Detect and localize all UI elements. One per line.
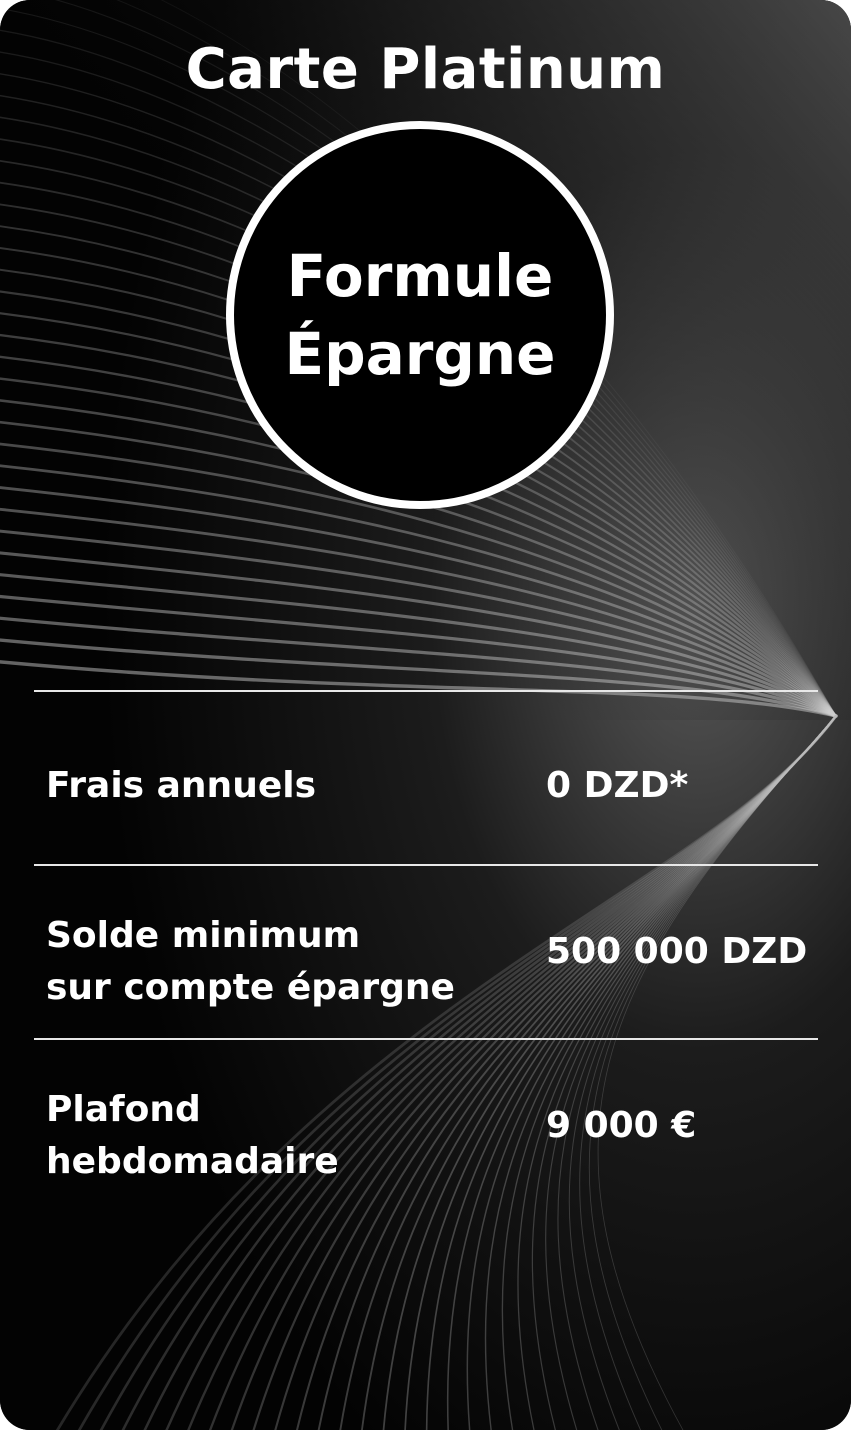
formula-badge: Formule Épargne bbox=[226, 121, 614, 509]
weekly-limit-value: 9 000 € bbox=[546, 1105, 697, 1146]
divider-1 bbox=[34, 690, 818, 692]
minimum-balance-label: Solde minimum sur compte épargne bbox=[46, 910, 455, 1014]
platinum-card: Carte Platinum Formule Épargne Frais ann… bbox=[0, 0, 851, 1430]
annual-fees-label-line-1: Frais annuels bbox=[46, 765, 316, 806]
minimum-balance-label-line-2: sur compte épargne bbox=[46, 967, 455, 1008]
divider-3 bbox=[34, 1038, 818, 1040]
minimum-balance-value: 500 000 DZD bbox=[546, 931, 808, 972]
card-title: Carte Platinum bbox=[185, 37, 666, 102]
weekly-limit-label-line-1: Plafond bbox=[46, 1089, 201, 1130]
annual-fees-value: 0 DZD* bbox=[546, 765, 689, 806]
weekly-limit-label-line-2: hebdomadaire bbox=[46, 1141, 339, 1182]
divider-2 bbox=[34, 864, 818, 866]
annual-fees-label: Frais annuels bbox=[46, 760, 316, 812]
badge-line-1: Formule bbox=[286, 242, 554, 310]
minimum-balance-label-line-1: Solde minimum bbox=[46, 915, 361, 956]
weekly-limit-label: Plafond hebdomadaire bbox=[46, 1084, 339, 1188]
badge-line-2: Épargne bbox=[284, 320, 556, 388]
